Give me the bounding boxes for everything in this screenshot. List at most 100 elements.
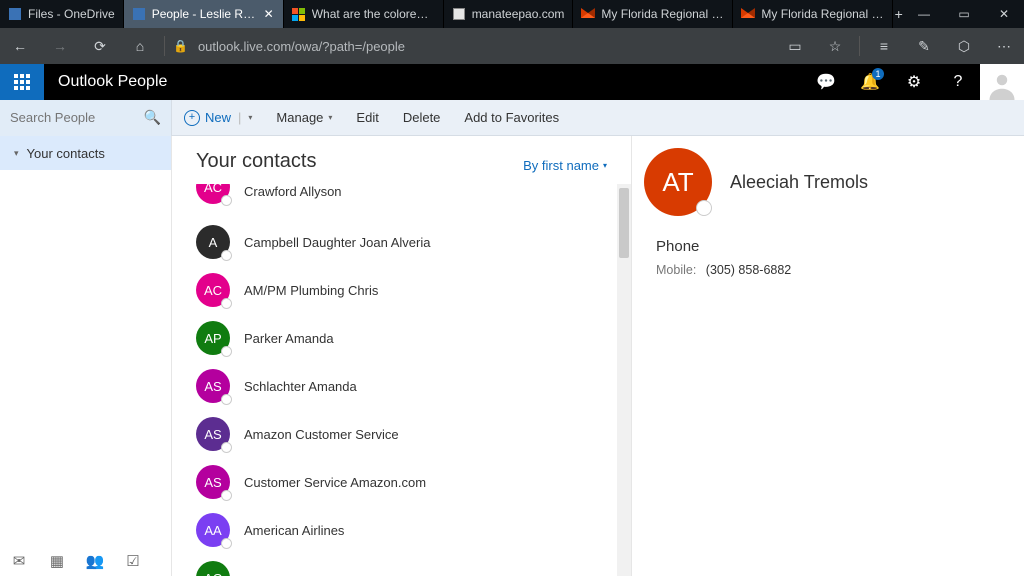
account-avatar[interactable] [980,64,1024,100]
lock-icon: 🔒 [173,39,188,53]
add-fav-button[interactable]: Add to Favorites [452,100,571,136]
contact-row[interactable]: APParker Amanda [172,314,631,362]
new-tab-button[interactable]: + [893,0,904,28]
contact-coin: AP [196,321,230,355]
presence-indicator [221,195,232,206]
webnote-button[interactable]: ✎ [904,28,944,64]
contact-name: Aleeciah Tremols [730,172,868,193]
forward-button[interactable]: → [40,28,80,64]
tab-manatee[interactable]: manateepao.com [444,0,574,28]
contact-row[interactable]: AAAmerican Airlines [172,506,631,554]
contact-coin: A [196,225,230,259]
back-button[interactable]: ← [0,28,40,64]
new-contact-button[interactable]: + New | ▾ [172,100,264,136]
help-button[interactable]: ? [936,64,980,100]
chevron-down-icon[interactable]: ▾ [248,113,252,122]
search-input[interactable] [10,110,130,125]
notification-badge: 1 [872,68,884,80]
nav-label: Your contacts [27,146,105,161]
maximize-button[interactable]: ▭ [944,0,984,28]
fav-label: Add to Favorites [464,110,559,125]
microsoft-icon [292,7,306,21]
mail-module-icon[interactable]: ✉ [10,552,28,570]
refresh-button[interactable]: ⟳ [80,28,120,64]
manage-button[interactable]: Manage ▾ [264,100,344,136]
contact-row[interactable]: AC [172,554,631,576]
tab-label: People - Leslie Russ [152,7,257,21]
presence-indicator [221,490,232,501]
more-button[interactable]: ⋯ [984,28,1024,64]
close-icon[interactable]: ✕ [263,7,275,21]
tab-people-active[interactable]: People - Leslie Russ ✕ [124,0,284,28]
address-field[interactable]: 🔒 outlook.live.com/owa/?path=/people [169,39,775,54]
settings-button[interactable]: ⚙ [892,64,936,100]
contact-name: Crawford Allyson [244,184,342,199]
sort-dropdown[interactable]: By first name ▾ [523,158,607,173]
contact-row[interactable]: ASSchlachter Amanda [172,362,631,410]
contacts-heading: Your contacts [196,150,316,173]
tab-label: Files - OneDrive [28,7,115,21]
tab-label: My Florida Regional ML [761,7,884,21]
scrollbar[interactable] [617,184,631,576]
delete-button[interactable]: Delete [391,100,453,136]
contact-row[interactable]: AS Customer Service Amazon.com [172,458,631,506]
presence-indicator [221,346,232,357]
manage-label: Manage [276,110,323,125]
contact-coin: AS [196,465,230,499]
presence-indicator [221,250,232,261]
person-icon [987,70,1017,100]
command-bar: 🔍 + New | ▾ Manage ▾ Edit Delete Add to … [0,100,1024,136]
calendar-module-icon[interactable]: ▦ [48,552,66,570]
contact-row[interactable]: A Campbell Daughter Joan Alveria [172,218,631,266]
edit-label: Edit [356,110,378,125]
share-button[interactable]: ⬡ [944,28,984,64]
people-module-icon[interactable]: 👥 [86,552,104,570]
tab-mls-2[interactable]: My Florida Regional ML [733,0,893,28]
delete-label: Delete [403,110,441,125]
notifications-button[interactable]: 🔔 1 [848,64,892,100]
presence-indicator [221,394,232,405]
contact-name: Customer Service Amazon.com [244,475,426,490]
hub-button[interactable]: ≡ [864,28,904,64]
main-area: ▾ Your contacts Your contacts By first n… [0,136,1024,576]
url-text: outlook.live.com/owa/?path=/people [198,39,405,54]
module-switcher: ✉ ▦ 👥 ☑ [10,552,142,570]
home-button[interactable]: ⌂ [120,28,160,64]
chevron-down-icon: ▾ [603,161,607,170]
close-window-button[interactable]: ✕ [984,0,1024,28]
tab-mls-1[interactable]: My Florida Regional ML [573,0,733,28]
contact-name: American Airlines [244,523,344,538]
outlook-icon [132,7,146,21]
sort-label: By first name [523,158,599,173]
tab-bing[interactable]: What are the colored ci [284,0,444,28]
nav-your-contacts[interactable]: ▾ Your contacts [0,136,171,170]
page-icon [452,7,466,21]
tab-onedrive[interactable]: Files - OneDrive [0,0,124,28]
contact-name: Campbell Daughter Joan Alveria [244,235,430,250]
contact-row[interactable]: ASAmazon Customer Service [172,410,631,458]
phone-label: Mobile: [656,263,696,277]
new-label: New [205,110,231,125]
left-nav: ▾ Your contacts [0,136,172,576]
presence-indicator [221,538,232,549]
scrollbar-thumb[interactable] [619,188,629,258]
tasks-module-icon[interactable]: ☑ [124,552,142,570]
contact-list[interactable]: ACCrawford AllysonACampbell Daughter Joa… [172,184,631,576]
contact-name: Amazon Customer Service [244,427,399,442]
search-people-box[interactable]: 🔍 [0,100,172,136]
favorite-button[interactable]: ☆ [815,28,855,64]
contact-coin: AT [644,148,712,216]
reading-view-button[interactable]: ▭ [775,28,815,64]
contact-row[interactable]: ACAM/PM Plumbing Chris [172,266,631,314]
browser-titlebar: Files - OneDrive People - Leslie Russ ✕ … [0,0,1024,28]
contact-row[interactable]: ACCrawford Allyson [172,184,631,218]
app-launcher-button[interactable] [0,64,44,100]
tab-label: What are the colored ci [312,7,435,21]
edit-button[interactable]: Edit [344,100,390,136]
search-icon[interactable]: 🔍 [144,109,161,126]
cube-icon [581,7,595,21]
chevron-down-icon: ▾ [14,148,19,159]
skype-button[interactable]: 💬 [804,64,848,100]
coin-initials: AT [662,167,693,198]
minimize-button[interactable]: — [904,0,944,28]
